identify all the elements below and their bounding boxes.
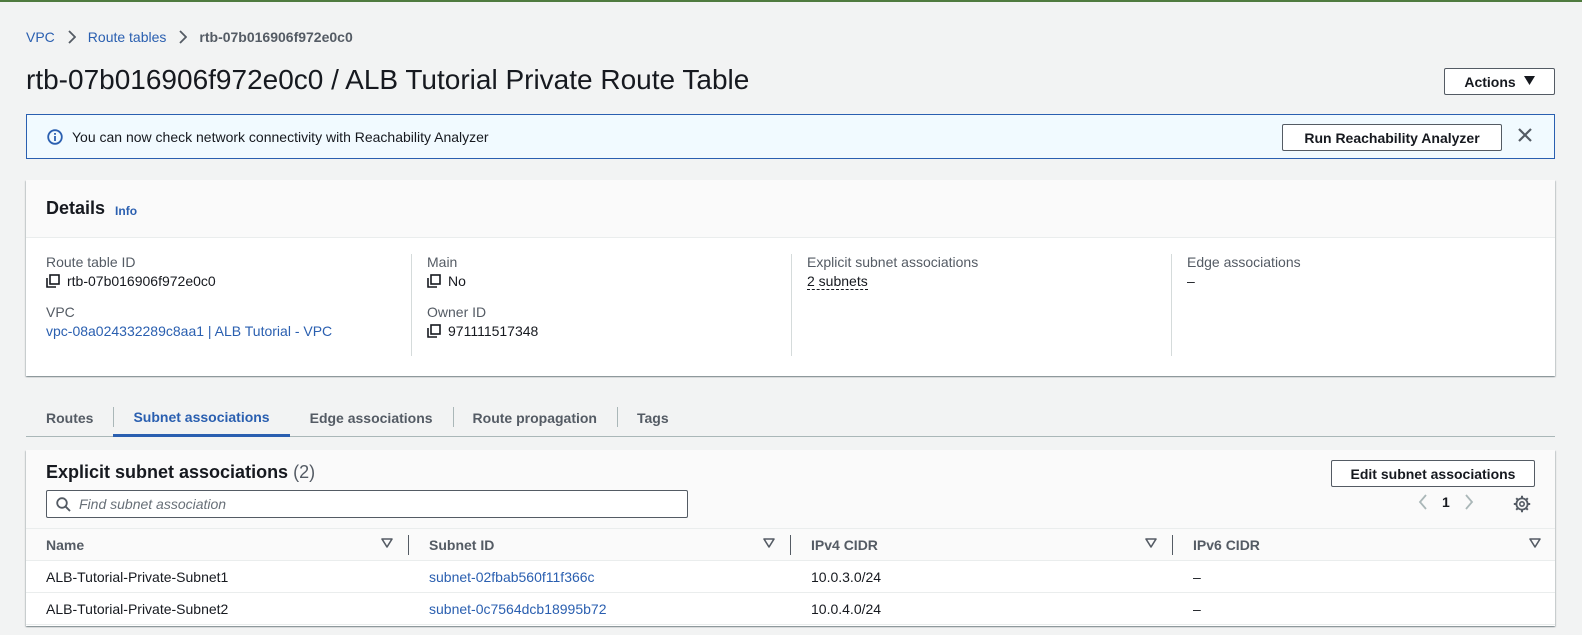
chevron-right-icon[interactable]	[1464, 494, 1474, 510]
table-row: ALB-Tutorial-Private-Subnet2 subnet-0c75…	[26, 592, 1555, 625]
info-circle-icon	[47, 128, 63, 145]
details-body: Route table ID rtb-07b016906f972e0c0 VPC…	[26, 238, 1555, 375]
column-header-ipv6-label: IPv6 CIDR	[1193, 536, 1260, 553]
tab-tags[interactable]: Tags	[616, 399, 689, 436]
column-header-ipv6-cidr[interactable]: IPv6 CIDR	[1173, 528, 1555, 561]
vpc-link[interactable]: vpc-08a024332289c8aa1 | ALB Tutorial - V…	[46, 323, 332, 339]
breadcrumb-route-tables[interactable]: Route tables	[88, 29, 167, 45]
tab-route-propagation[interactable]: Route propagation	[452, 399, 617, 436]
cell-ipv4-cidr: 10.0.3.0/24	[791, 560, 1173, 593]
details-column-1: Route table ID rtb-07b016906f972e0c0 VPC…	[46, 254, 411, 356]
column-header-subnet-id[interactable]: Subnet ID	[409, 528, 791, 561]
reachability-alert: You can now check network connectivity w…	[26, 114, 1555, 159]
details-panel: Details Info Route table ID rtb-07b01690…	[26, 180, 1555, 376]
edge-associations-field: Edge associations –	[1187, 254, 1531, 289]
search-icon	[56, 496, 71, 512]
vpc-field: VPC vpc-08a024332289c8aa1 | ALB Tutorial…	[46, 304, 411, 339]
main-value: No	[427, 273, 792, 289]
cell-subnet-id-link[interactable]: subnet-02fbab560f11f366c	[409, 560, 791, 593]
cell-subnet-id-link[interactable]: subnet-0c7564dcb18995b72	[409, 592, 791, 625]
edge-associations-value: –	[1187, 273, 1195, 289]
cell-ipv6-cidr: –	[1173, 592, 1555, 625]
column-header-ipv4-cidr[interactable]: IPv4 CIDR	[791, 528, 1173, 561]
explicit-associations-label: Explicit subnet associations	[807, 254, 979, 270]
tab-routes[interactable]: Routes	[26, 399, 113, 436]
pagination: 1	[1418, 494, 1474, 510]
cell-ipv6-cidr: –	[1173, 560, 1555, 593]
breadcrumb: VPC Route tables rtb-07b016906f972e0c0	[26, 29, 353, 45]
explicit-associations-value: 2 subnets	[807, 273, 1172, 290]
sort-caret-icon[interactable]	[381, 538, 393, 548]
subnet-associations-table: Name Subnet ID IPv4 CIDR IPv6 CIDR ALB-T…	[26, 528, 1555, 625]
route-table-id-text: rtb-07b016906f972e0c0	[67, 273, 216, 289]
column-header-subnet-id-label: Subnet ID	[429, 536, 495, 553]
owner-id-value: 971111517348	[427, 323, 792, 339]
column-header-name[interactable]: Name	[26, 528, 409, 561]
tab-list: Routes Subnet associations Edge associat…	[26, 399, 1555, 437]
cell-ipv4-cidr: 10.0.4.0/24	[791, 592, 1173, 625]
copy-icon[interactable]	[46, 274, 60, 288]
subnet-panel-title: Explicit subnet associations (2)	[46, 462, 315, 483]
cell-name: ALB-Tutorial-Private-Subnet1	[26, 560, 409, 593]
explicit-associations-popover[interactable]: 2 subnets	[807, 273, 868, 290]
edit-subnet-associations-button[interactable]: Edit subnet associations	[1331, 460, 1535, 487]
route-table-id-value: rtb-07b016906f972e0c0	[46, 273, 411, 289]
subnet-associations-panel: Explicit subnet associations (2) Edit su…	[26, 450, 1555, 626]
details-title: Details	[46, 198, 106, 218]
alert-text: You can now check network connectivity w…	[72, 128, 489, 145]
page-number[interactable]: 1	[1442, 494, 1450, 510]
gear-icon[interactable]	[1513, 495, 1531, 516]
search-box	[46, 490, 688, 518]
main-field: Main No	[427, 254, 792, 289]
subnet-panel-header: Explicit subnet associations (2) Edit su…	[26, 450, 1555, 528]
owner-id-label: Owner ID	[427, 304, 487, 320]
sort-caret-icon[interactable]	[1145, 538, 1157, 548]
table-row: ALB-Tutorial-Private-Subnet1 subnet-02fb…	[26, 560, 1555, 593]
column-header-name-label: Name	[46, 536, 85, 553]
vpc-label: VPC	[46, 304, 75, 320]
run-reachability-analyzer-button[interactable]: Run Reachability Analyzer	[1282, 124, 1502, 151]
table-header-row: Name Subnet ID IPv4 CIDR IPv6 CIDR	[26, 528, 1555, 561]
route-table-id-field: Route table ID rtb-07b016906f972e0c0	[46, 254, 411, 289]
actions-button[interactable]: Actions	[1444, 68, 1555, 95]
cell-name: ALB-Tutorial-Private-Subnet2	[26, 592, 409, 625]
sort-caret-icon[interactable]	[1529, 538, 1541, 548]
main-label: Main	[427, 254, 458, 270]
chevron-right-icon	[178, 30, 188, 44]
main-text: No	[448, 273, 466, 289]
close-icon[interactable]	[1517, 127, 1533, 146]
info-link[interactable]: Info	[115, 204, 137, 218]
explicit-associations-field: Explicit subnet associations 2 subnets	[807, 254, 1172, 290]
tab-edge-associations[interactable]: Edge associations	[290, 399, 453, 436]
route-table-id-label: Route table ID	[46, 254, 136, 270]
breadcrumb-current: rtb-07b016906f972e0c0	[199, 29, 353, 45]
column-header-ipv4-label: IPv4 CIDR	[811, 536, 878, 553]
tab-subnet-associations[interactable]: Subnet associations	[113, 399, 290, 437]
breadcrumb-vpc[interactable]: VPC	[26, 29, 55, 45]
details-header: Details Info	[26, 180, 1555, 238]
details-column-3: Explicit subnet associations 2 subnets	[791, 254, 1172, 356]
copy-icon[interactable]	[427, 274, 441, 288]
edge-associations-label: Edge associations	[1187, 254, 1301, 270]
chevron-left-icon[interactable]	[1418, 494, 1428, 510]
subnet-panel-count: (2)	[293, 462, 316, 482]
copy-icon[interactable]	[427, 324, 441, 338]
owner-id-field: Owner ID 971111517348	[427, 304, 792, 339]
sort-caret-icon[interactable]	[763, 538, 775, 548]
owner-id-text: 971111517348	[448, 323, 539, 339]
chevron-right-icon	[67, 30, 76, 44]
caret-down-icon	[1523, 75, 1535, 88]
page-title: rtb-07b016906f972e0c0 / ALB Tutorial Pri…	[26, 64, 750, 95]
details-column-2: Main No Owner ID 971111517348	[411, 254, 792, 356]
vpc-value: vpc-08a024332289c8aa1 | ALB Tutorial - V…	[46, 323, 411, 339]
actions-button-label: Actions	[1464, 73, 1516, 90]
subnet-panel-title-text: Explicit subnet associations	[46, 462, 289, 482]
search-input[interactable]	[79, 496, 679, 512]
details-column-4: Edge associations –	[1171, 254, 1531, 356]
